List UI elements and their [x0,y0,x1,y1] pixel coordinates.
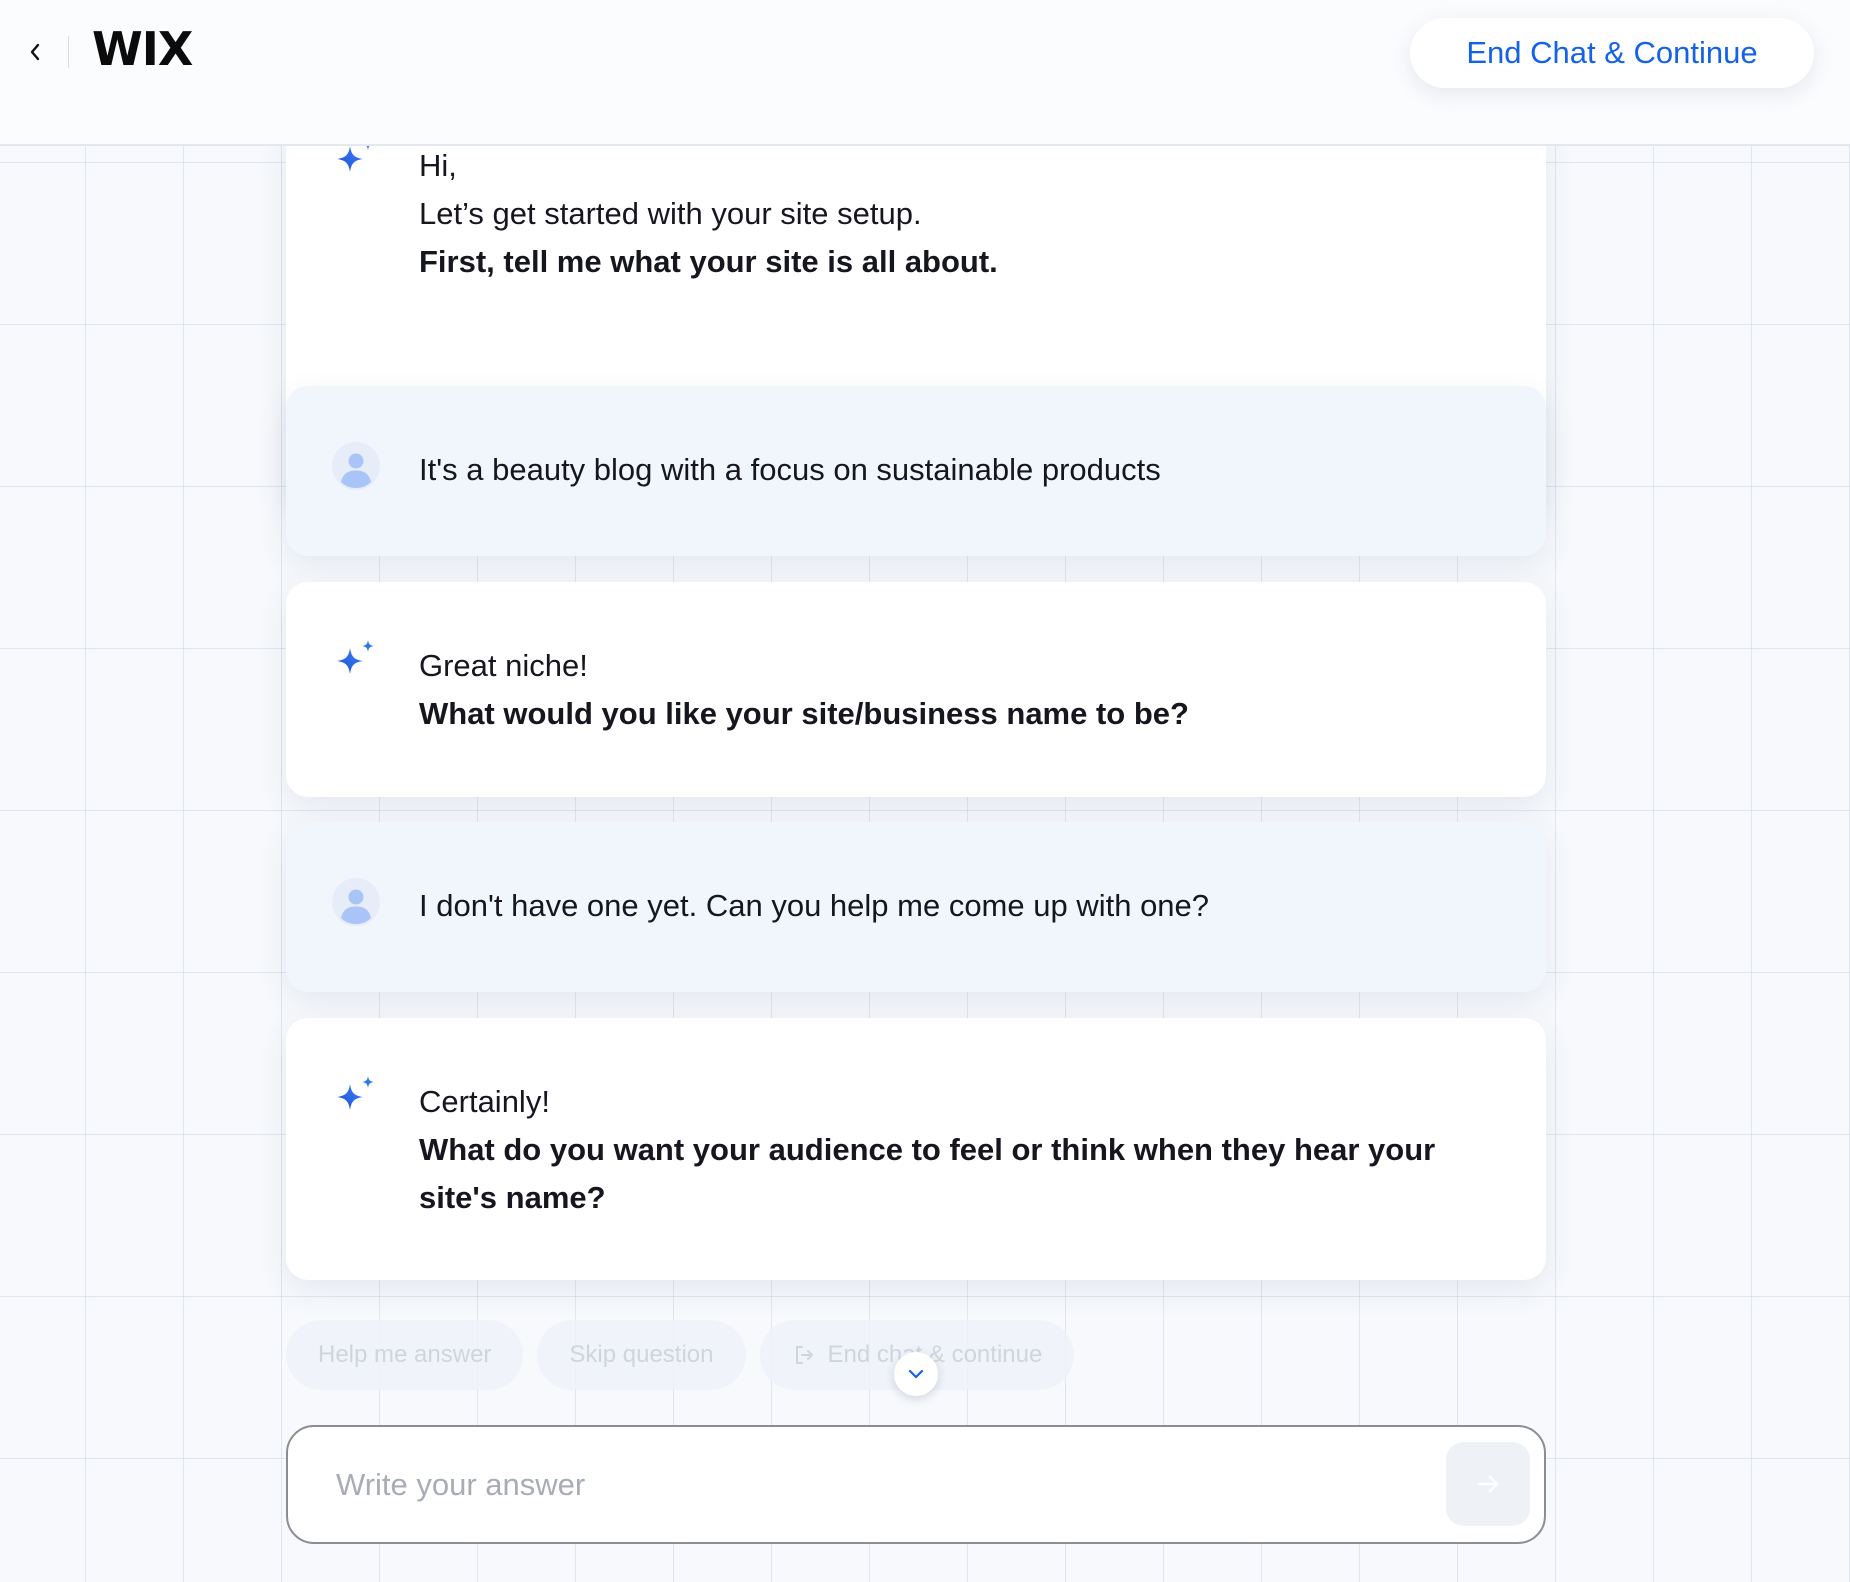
skip-question-button[interactable]: Skip question [537,1320,746,1390]
help-me-answer-label: Help me answer [318,1341,492,1368]
quick-actions: Help me answer Skip question End chat & … [286,1320,1075,1390]
skip-question-label: Skip question [569,1341,714,1368]
message-question: First, tell me what your site is all abo… [419,244,998,279]
end-chat-continue-button[interactable]: End Chat & Continue [1410,18,1814,88]
scroll-to-bottom-button[interactable] [894,1352,938,1396]
back-button[interactable] [18,32,52,72]
message-line: Hi, [419,148,457,183]
send-button[interactable] [1446,1442,1530,1526]
assistant-message-text: Certainly! What do you want your audienc… [419,1078,1476,1222]
answer-input[interactable] [336,1457,1396,1513]
arrow-right-icon [1477,1475,1499,1493]
assistant-message: Certainly! What do you want your audienc… [286,1018,1546,1280]
assistant-message-text: Great niche! What would you like your si… [419,642,1476,738]
user-message: I don't have one yet. Can you help me co… [286,822,1546,992]
user-avatar-icon [332,878,380,926]
message-question: What do you want your audience to feel o… [419,1132,1436,1215]
message-line: Great niche! [419,648,588,683]
message-question: What would you like your site/business n… [419,696,1189,731]
user-message: It's a beauty blog with a focus on susta… [286,386,1546,556]
help-me-answer-button[interactable]: Help me answer [286,1320,524,1390]
sparkle-icon [332,1074,380,1122]
wix-logo[interactable]: WIX [92,22,193,76]
top-bar: WIX End Chat & Continue [0,0,1850,146]
answer-composer [286,1425,1546,1544]
user-avatar-icon [332,442,380,490]
assistant-message: Great niche! What would you like your si… [286,582,1546,797]
message-line: Certainly! [419,1084,550,1119]
header-divider [68,36,69,68]
user-message-text: I don't have one yet. Can you help me co… [419,888,1210,923]
chevron-down-icon [908,1369,924,1379]
message-line: Let’s get started with your site setup. [419,196,922,231]
user-message-text: It's a beauty blog with a focus on susta… [419,452,1161,487]
chevron-left-icon [30,43,40,61]
exit-icon [795,1346,813,1364]
assistant-message-text: Hi, Let’s get started with your site set… [419,142,1476,286]
sparkle-icon [332,638,380,686]
